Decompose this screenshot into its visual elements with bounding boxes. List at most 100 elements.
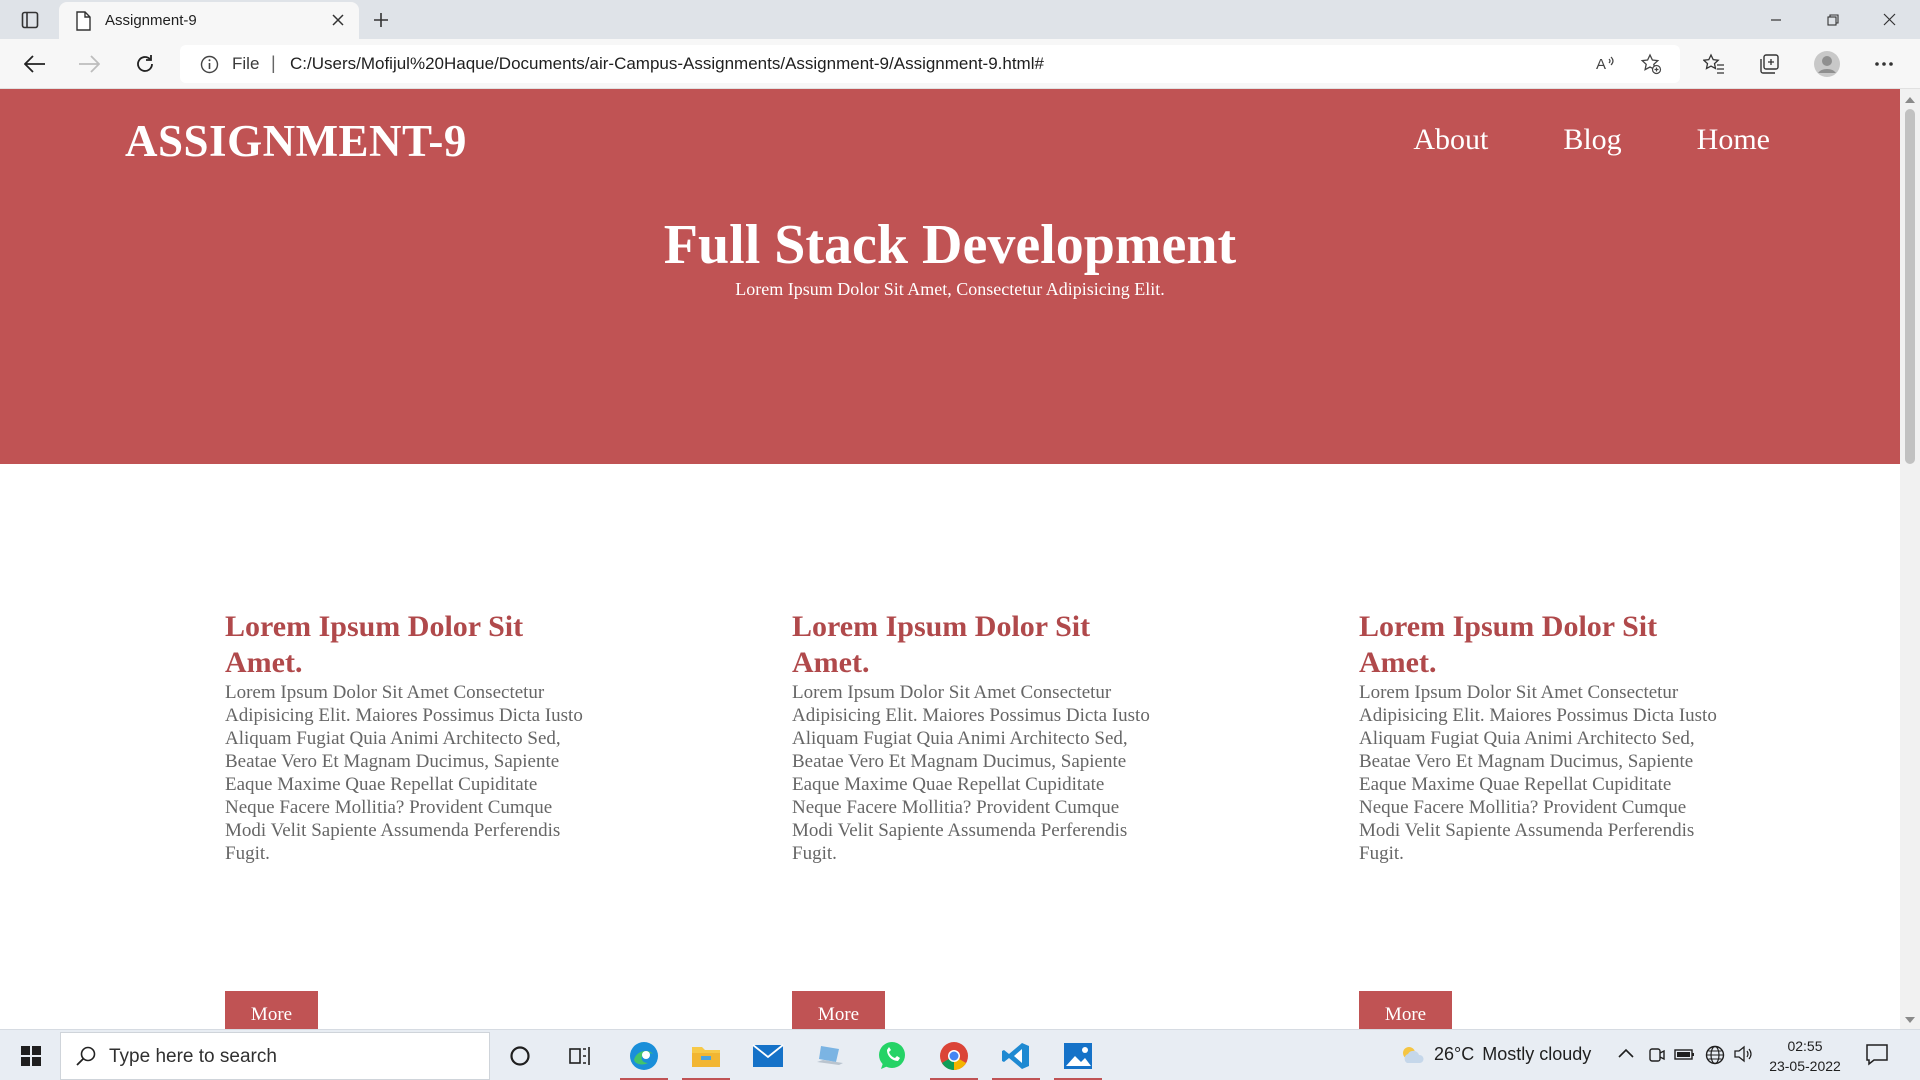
tab-actions-button[interactable] [15, 6, 45, 34]
windows-taskbar: Type here to search 26°C Mostly cloudy 0… [0, 1029, 1920, 1080]
new-tab-button[interactable] [366, 5, 396, 35]
avatar-icon [1814, 51, 1840, 77]
cortana-button[interactable] [492, 1034, 548, 1078]
card-text: Lorem Ipsum Dolor Sit Amet Consectetur A… [1359, 682, 1717, 864]
url-text[interactable]: C:/Users/Mofijul%20Haque/Documents/air-C… [290, 54, 1044, 74]
edge-icon [630, 1042, 658, 1070]
restore-icon [1826, 13, 1839, 26]
close-window-button[interactable] [1861, 0, 1918, 39]
close-icon [332, 14, 344, 26]
scroll-down-arrow[interactable] [1905, 1017, 1915, 1023]
minimize-button[interactable] [1747, 0, 1804, 39]
browser-tab-strip: Assignment-9 [0, 0, 1920, 39]
card-title: Lorem Ipsum Dolor Sit Amet. [792, 610, 1091, 679]
plus-icon [374, 13, 388, 27]
profile-button[interactable] [1810, 47, 1844, 81]
vscode-icon [1002, 1043, 1029, 1069]
clock-time: 02:55 [1787, 1038, 1823, 1054]
battery-icon[interactable] [1674, 1045, 1696, 1063]
system-clock[interactable]: 02:55 23-05-2022 [1760, 1036, 1850, 1076]
windows-logo-icon [21, 1046, 41, 1066]
close-icon [1883, 13, 1896, 26]
svg-text:A: A [1596, 56, 1606, 73]
file-scheme-label: File [232, 54, 260, 73]
taskbar-app-file-explorer[interactable] [678, 1034, 734, 1080]
task-view-button[interactable] [552, 1034, 608, 1078]
start-button[interactable] [10, 1040, 52, 1072]
hero-header: ASSIGNMENT-9 About Blog Home Full Stack … [0, 89, 1900, 464]
browser-toolbar: File | C:/Users/Mofijul%20Haque/Document… [0, 39, 1920, 89]
nav-link-about[interactable]: About [1413, 123, 1488, 157]
file-explorer-icon [692, 1047, 720, 1067]
tab-actions-icon [21, 11, 39, 29]
card: Lorem Ipsum Dolor Sit Amet. Lorem Ipsum … [225, 609, 585, 1029]
collections-icon [1760, 54, 1779, 74]
weather-widget[interactable]: 26°C Mostly cloudy [1400, 1044, 1591, 1065]
omnibox-separator: | [271, 53, 276, 73]
taskbar-app-laptop[interactable] [802, 1034, 858, 1078]
cortana-icon [510, 1046, 530, 1066]
more-button[interactable]: More [225, 991, 318, 1029]
weather-description: Mostly cloudy [1482, 1044, 1592, 1064]
hero-subtitle: Lorem Ipsum Dolor Sit Amet, Consectetur … [735, 279, 1165, 299]
read-aloud-icon[interactable]: A [1595, 53, 1617, 73]
taskbar-app-vscode[interactable] [988, 1034, 1044, 1080]
document-icon [76, 11, 91, 31]
more-horizontal-icon [1875, 62, 1893, 66]
taskbar-app-photos[interactable] [1050, 1034, 1106, 1080]
taskbar-search-box[interactable]: Type here to search [60, 1032, 490, 1080]
cloudy-weather-icon [1403, 1046, 1424, 1063]
vertical-scrollbar[interactable] [1900, 89, 1920, 1029]
clock-date: 23-05-2022 [1769, 1058, 1841, 1074]
add-favorite-icon[interactable] [1640, 53, 1662, 75]
refresh-button[interactable] [128, 47, 162, 81]
task-view-icon [569, 1047, 590, 1065]
nav-link-blog[interactable]: Blog [1563, 123, 1621, 157]
card-title: Lorem Ipsum Dolor Sit Amet. [1359, 610, 1658, 679]
arrow-right-icon [79, 55, 100, 73]
more-button[interactable]: More [1359, 991, 1452, 1029]
card-text: Lorem Ipsum Dolor Sit Amet Consectetur A… [792, 682, 1150, 864]
main-nav: About Blog Home [1413, 123, 1770, 157]
restore-button[interactable] [1804, 0, 1861, 39]
nav-link-home[interactable]: Home [1697, 123, 1770, 157]
address-bar[interactable]: File | C:/Users/Mofijul%20Haque/Document… [180, 45, 1680, 83]
browser-tab[interactable]: Assignment-9 [59, 2, 359, 39]
page-viewport: ASSIGNMENT-9 About Blog Home Full Stack … [0, 89, 1900, 1029]
tab-title: Assignment-9 [105, 12, 197, 29]
chevron-up-icon[interactable] [1617, 1045, 1635, 1063]
scrollbar-thumb[interactable] [1905, 109, 1915, 464]
collections-button[interactable] [1752, 47, 1786, 81]
hero-title: Full Stack Development [663, 214, 1237, 276]
photos-icon [1064, 1043, 1092, 1069]
weather-temperature: 26°C [1434, 1044, 1475, 1064]
taskbar-app-mail[interactable] [740, 1034, 796, 1078]
info-icon[interactable] [200, 55, 219, 74]
chrome-icon [940, 1042, 968, 1070]
forward-button[interactable] [72, 47, 106, 81]
more-button[interactable]: More [792, 991, 885, 1029]
mail-icon [752, 1044, 784, 1067]
network-globe-icon[interactable] [1705, 1045, 1725, 1065]
laptop-app-icon [817, 1046, 843, 1065]
refresh-icon [137, 55, 153, 72]
volume-icon[interactable] [1733, 1045, 1753, 1063]
settings-menu-button[interactable] [1867, 47, 1901, 81]
taskbar-app-edge[interactable] [616, 1034, 672, 1080]
meet-now-icon[interactable] [1647, 1045, 1665, 1065]
favorites-icon [1703, 53, 1724, 74]
taskbar-app-chrome[interactable] [926, 1034, 982, 1080]
taskbar-app-whatsapp[interactable] [864, 1034, 920, 1078]
close-tab-button[interactable] [327, 9, 349, 31]
notification-icon[interactable] [1865, 1042, 1889, 1066]
card: Lorem Ipsum Dolor Sit Amet. Lorem Ipsum … [792, 609, 1152, 1029]
favorites-button[interactable] [1697, 47, 1731, 81]
whatsapp-icon [879, 1042, 905, 1069]
card-title: Lorem Ipsum Dolor Sit Amet. [225, 610, 524, 679]
card-text: Lorem Ipsum Dolor Sit Amet Consectetur A… [225, 682, 583, 864]
site-brand[interactable]: ASSIGNMENT-9 [125, 115, 467, 167]
card: Lorem Ipsum Dolor Sit Amet. Lorem Ipsum … [1359, 609, 1719, 1029]
scroll-up-arrow[interactable] [1905, 97, 1915, 103]
search-icon [76, 1046, 96, 1066]
back-button[interactable] [18, 47, 52, 81]
